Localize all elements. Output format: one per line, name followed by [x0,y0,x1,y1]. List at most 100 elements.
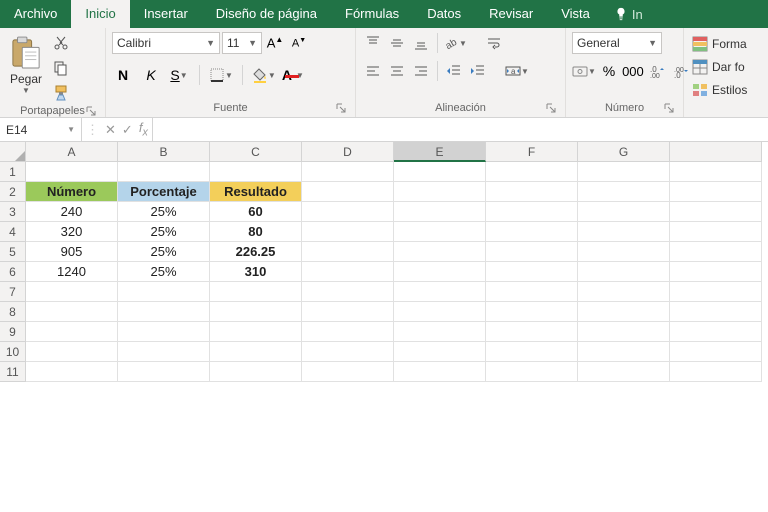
cell[interactable] [486,222,578,242]
col-header-[interactable] [670,142,762,162]
cell[interactable] [118,342,210,362]
cell[interactable] [578,202,670,222]
col-header-F[interactable]: F [486,142,578,162]
tab-insertar[interactable]: Insertar [130,0,202,28]
paste-dropdown-arrow[interactable]: ▼ [22,86,30,95]
cell[interactable] [670,262,762,282]
cell[interactable] [302,342,394,362]
cell[interactable] [302,362,394,382]
row-header-1[interactable]: 1 [0,162,26,182]
cell[interactable] [394,342,486,362]
bold-button[interactable]: N [112,64,134,86]
cell[interactable]: 310 [210,262,302,282]
col-header-G[interactable]: G [578,142,670,162]
row-header-3[interactable]: 3 [0,202,26,222]
align-center-button[interactable] [386,60,408,82]
cell[interactable] [394,202,486,222]
conditional-format-button[interactable]: Forma [690,34,749,54]
tab-archivo[interactable]: Archivo [0,0,71,28]
underline-button[interactable]: S▼ [168,64,190,86]
row-header-6[interactable]: 6 [0,262,26,282]
tab-revisar[interactable]: Revisar [475,0,547,28]
cell[interactable]: 80 [210,222,302,242]
cell[interactable] [486,262,578,282]
cell[interactable] [302,302,394,322]
border-button[interactable]: ▼ [209,64,233,86]
name-box[interactable]: E14▼ [0,118,82,141]
row-header-4[interactable]: 4 [0,222,26,242]
number-format-combo[interactable]: General▼ [572,32,662,54]
cell[interactable] [26,362,118,382]
formula-input[interactable] [153,118,768,141]
cell[interactable] [670,302,762,322]
accept-formula-button[interactable]: ✓ [122,122,133,138]
increase-decimal-button[interactable]: .0.00 [646,60,668,82]
tab-datos[interactable]: Datos [413,0,475,28]
cell[interactable] [578,222,670,242]
cut-button[interactable] [50,32,72,54]
cell[interactable] [118,162,210,182]
col-header-D[interactable]: D [302,142,394,162]
align-top-button[interactable] [362,32,384,54]
cell[interactable] [486,302,578,322]
wrap-text-button[interactable] [483,32,505,54]
cell[interactable] [394,242,486,262]
cell[interactable] [118,322,210,342]
merge-center-button[interactable]: a▼ [505,60,529,82]
currency-button[interactable]: ▼ [572,60,596,82]
tell-me[interactable]: In [614,0,643,28]
cell[interactable] [670,342,762,362]
paste-button[interactable]: Pegar ▼ [6,32,46,96]
cell[interactable] [578,362,670,382]
cell[interactable] [302,282,394,302]
cell[interactable] [394,282,486,302]
cell[interactable] [578,242,670,262]
cell[interactable] [578,322,670,342]
cell[interactable] [394,362,486,382]
cell[interactable]: 25% [118,262,210,282]
row-header-10[interactable]: 10 [0,342,26,362]
cell[interactable] [486,282,578,302]
cell[interactable] [486,162,578,182]
row-header-2[interactable]: 2 [0,182,26,202]
cell[interactable] [26,342,118,362]
cell[interactable] [486,362,578,382]
cell[interactable] [578,262,670,282]
cell[interactable] [486,342,578,362]
align-middle-button[interactable] [386,32,408,54]
cell[interactable] [394,262,486,282]
cell[interactable] [210,162,302,182]
cell[interactable] [578,302,670,322]
cell[interactable] [578,182,670,202]
cell[interactable] [118,282,210,302]
tab-formulas[interactable]: Fórmulas [331,0,413,28]
col-header-E[interactable]: E [394,142,486,162]
cell[interactable] [670,282,762,302]
col-header-A[interactable]: A [26,142,118,162]
cell[interactable] [26,162,118,182]
cell[interactable] [670,322,762,342]
cell[interactable] [578,162,670,182]
cell[interactable] [486,242,578,262]
cell[interactable] [210,342,302,362]
cell[interactable] [670,362,762,382]
cell[interactable] [578,282,670,302]
orientation-button[interactable]: ab▼ [443,32,467,54]
font-color-button[interactable]: A▼ [282,64,304,86]
cell[interactable] [486,182,578,202]
row-header-7[interactable]: 7 [0,282,26,302]
thousands-button[interactable]: 000 [622,60,644,82]
cell[interactable] [302,162,394,182]
cell[interactable]: 25% [118,222,210,242]
cell[interactable] [118,362,210,382]
cell[interactable] [302,322,394,342]
cell[interactable] [118,302,210,322]
increase-font-button[interactable]: A▲ [264,32,286,54]
cell[interactable] [210,302,302,322]
cell[interactable] [210,282,302,302]
cell[interactable] [670,182,762,202]
cell[interactable] [26,322,118,342]
select-all-corner[interactable] [0,142,26,162]
fill-color-button[interactable]: ▼ [252,64,276,86]
font-name-combo[interactable]: Calibri▼ [112,32,220,54]
